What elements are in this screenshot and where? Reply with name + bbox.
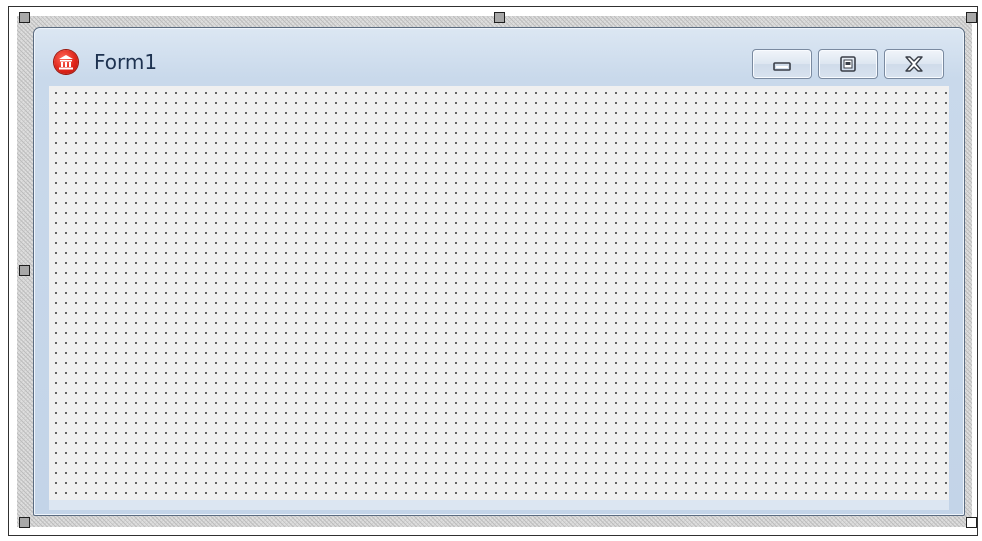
app-icon [54, 50, 78, 74]
resize-handle-top-right[interactable] [966, 12, 977, 23]
close-button[interactable] [884, 49, 944, 79]
minimize-icon [773, 62, 791, 71]
form-client-area[interactable] [49, 86, 949, 500]
resize-handle-bottom-left[interactable] [19, 517, 30, 528]
form-title: Form1 [94, 50, 158, 74]
resize-handle-bottom-right[interactable] [966, 517, 977, 528]
close-icon [905, 56, 923, 72]
minimize-button[interactable] [752, 49, 812, 79]
form-window[interactable]: Form1 [33, 27, 965, 516]
form-bottom-border [49, 500, 949, 510]
resize-handle-top-center[interactable] [494, 12, 505, 23]
maximize-icon [840, 56, 856, 72]
resize-handle-top-left[interactable] [19, 12, 30, 23]
resize-handle-middle-left[interactable] [19, 265, 30, 276]
maximize-button[interactable] [818, 49, 878, 79]
